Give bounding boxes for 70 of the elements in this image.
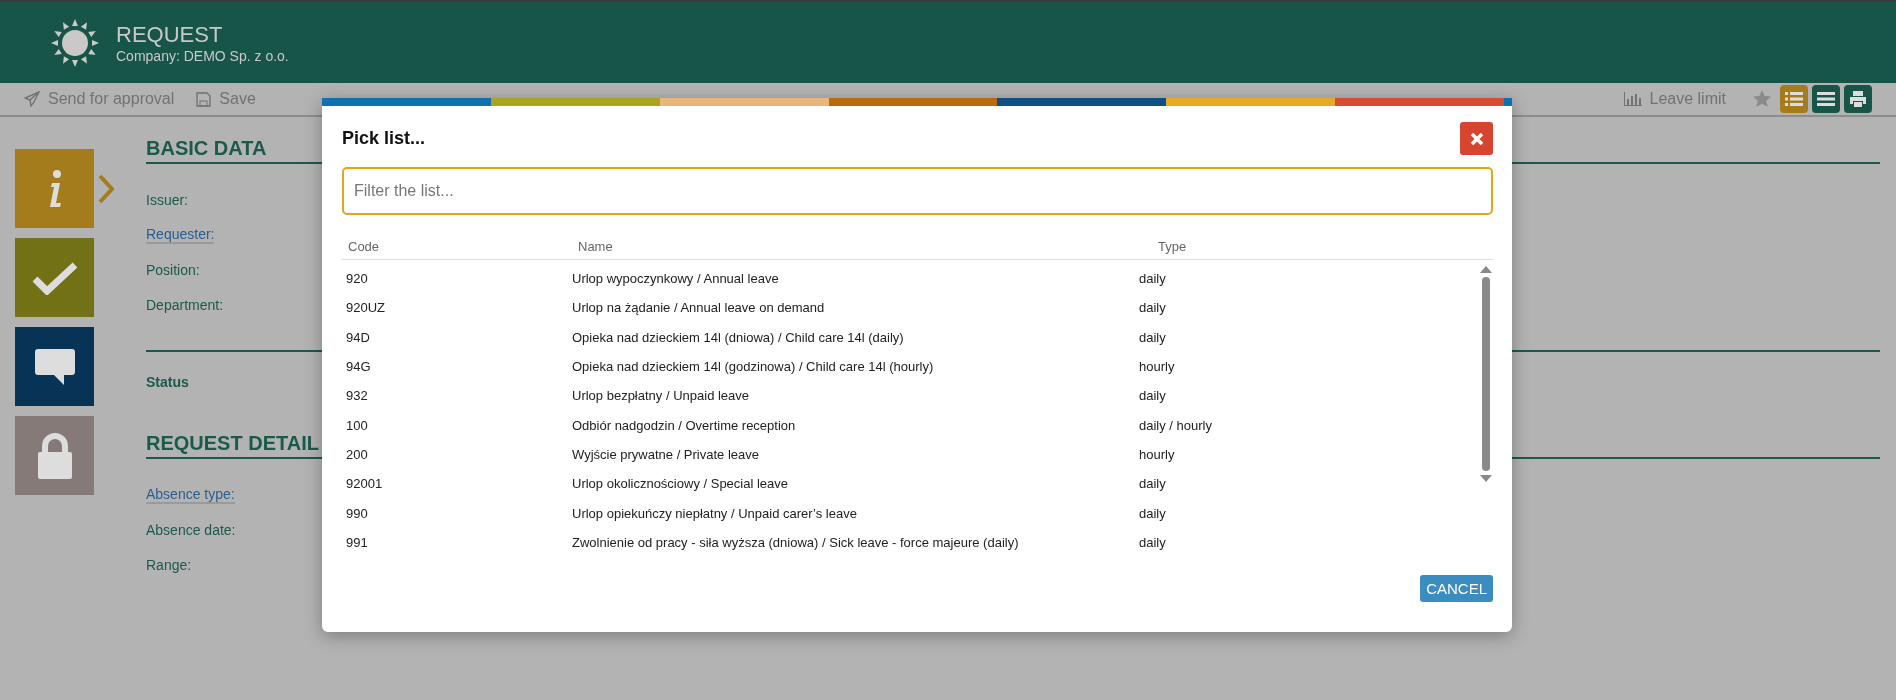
table-cell-text: 94D: [346, 329, 371, 345]
table-cell-text: daily: [1139, 476, 1167, 492]
field-link[interactable]: Requester:: [146, 225, 215, 244]
send-for-approval-button[interactable]: Send for approval: [24, 90, 175, 108]
filter-field[interactable]: Filter the list...: [342, 167, 1493, 215]
table-cell-text: Urlop bezpłatny / Unpaid leave: [572, 388, 751, 404]
table-cell-text: 100: [346, 417, 369, 433]
scroll-up-icon[interactable]: [1480, 266, 1492, 273]
list-button[interactable]: [1780, 85, 1808, 113]
table-cell-text: hourly: [1139, 446, 1176, 462]
close-button[interactable]: [1460, 122, 1493, 155]
status-label: Status: [146, 374, 189, 392]
chevron-icon: [98, 173, 114, 204]
section-heading: BASIC DATA: [146, 137, 267, 159]
column-header: Type: [1158, 238, 1188, 254]
paper-plane-icon: [24, 91, 40, 107]
close-icon: [1469, 131, 1484, 146]
menu-button[interactable]: [1812, 85, 1840, 113]
speech-bubble-icon: [33, 347, 76, 386]
star-icon: [1752, 89, 1772, 109]
table-cell-text: Wyjście prywatne / Private leave: [572, 446, 760, 462]
table-cell-text: Opieka nad dzieckiem 14l (dniowa) / Child care 14l (daily): [572, 329, 905, 345]
table-cell-text: 200: [346, 446, 369, 462]
table-cell-text: 94G: [346, 359, 372, 375]
table-cell-text: daily: [1139, 329, 1167, 345]
table-cell-text: hourly: [1139, 359, 1176, 375]
field-label: Range:: [146, 556, 192, 573]
scroll-down-icon[interactable]: [1480, 475, 1492, 482]
field-link[interactable]: Absence type:: [146, 485, 235, 504]
padlock-icon: [36, 431, 73, 480]
table-cell-text: Zwolnienie od pracy - siła wyższa (dniowa) / Sick leave - force majeure (daily): [572, 534, 1020, 550]
table-cell-text: daily: [1139, 505, 1167, 521]
table-cell-text: 991: [346, 534, 369, 550]
table-cell-text: Odbiór nadgodzin / Overtime reception: [572, 417, 797, 433]
list-icon: [1785, 91, 1803, 107]
field-label: Position:: [146, 261, 200, 278]
field-label: Department:: [146, 296, 224, 313]
table-cell-text: 920UZ: [346, 300, 387, 316]
checkmark-icon: [31, 260, 78, 295]
field-label: Issuer:: [146, 191, 188, 208]
print-icon: [1849, 90, 1867, 108]
section-heading: REQUEST DETAIL: [146, 432, 319, 454]
table-cell-text: daily: [1139, 271, 1167, 287]
column-header: Name: [578, 238, 614, 254]
table-cell-text: Urlop opiekuńczy niepłatny / Unpaid carer’s leave: [572, 505, 858, 521]
table-cell-text: 920: [346, 271, 369, 287]
column-header: Code: [348, 238, 381, 254]
bar-chart-icon: [1623, 92, 1642, 106]
table-cell-text: Urlop na żądanie / Annual leave on demand: [572, 300, 826, 316]
scrollbar-thumb[interactable]: [1482, 277, 1490, 471]
company-name: Company: DEMO Sp. z o.o.: [116, 47, 289, 64]
field-label: Absence date:: [146, 521, 236, 538]
leave-limit-button[interactable]: Leave limit: [1623, 90, 1726, 108]
cancel-button[interactable]: CANCEL: [1420, 574, 1493, 602]
page-title: REQUEST: [116, 21, 224, 48]
table-cell-text: Opieka nad dzieckiem 14l (godzinowa) / Child care 14l (hourly): [572, 359, 935, 375]
table-cell-text: Urlop wypoczynkowy / Annual leave: [572, 271, 780, 287]
table-cell-text: 990: [346, 505, 369, 521]
table-cell-text: daily / hourly: [1139, 417, 1213, 433]
dialog-title: Pick list...: [342, 128, 426, 149]
menu-icon: [1817, 91, 1835, 107]
table-cell-text: daily: [1139, 534, 1167, 550]
table-cell-text: 932: [346, 388, 369, 404]
table-cell-text: daily: [1139, 388, 1167, 404]
table-cell-text: 92001: [346, 476, 384, 492]
sun-icon: [50, 17, 100, 68]
save-button[interactable]: Save: [196, 90, 256, 108]
table-cell-text: daily: [1139, 300, 1167, 316]
print-button[interactable]: [1844, 85, 1872, 113]
table-cell-text: Urlop okolicznościowy / Special leave: [572, 476, 790, 492]
